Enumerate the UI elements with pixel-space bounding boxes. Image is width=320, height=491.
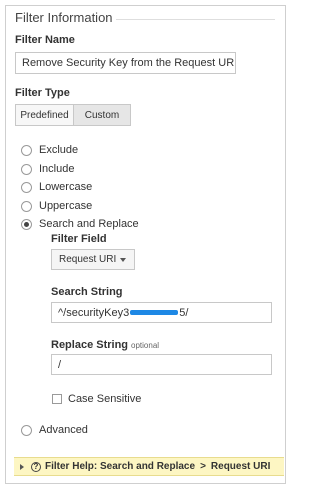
filter-field-label: Filter Field [51,233,107,245]
radio-include[interactable]: Include [21,161,74,177]
expand-triangle-icon [20,463,24,470]
filter-type-label: Filter Type [15,87,70,99]
radio-exclude[interactable]: Exclude [21,142,78,158]
filter-name-label: Filter Name [15,34,75,46]
radio-search-and-replace[interactable]: Search and Replace [21,216,139,232]
radio-button[interactable] [21,144,32,156]
filter-name-input[interactable]: Remove Security Key from the Request URI [15,52,236,74]
radio-button[interactable] [21,200,32,212]
filter-field-select[interactable]: Request URI [51,249,135,270]
case-sensitive-checkbox[interactable] [52,394,62,404]
search-string-suffix: 5/ [179,306,189,319]
case-sensitive-option[interactable]: Case Sensitive [52,392,141,406]
radio-lowercase[interactable]: Lowercase [21,179,92,195]
filter-name-value: Remove Security Key from the Request URI [22,57,236,69]
filter-field-value: Request URI [59,254,117,265]
filter-type-tabs: Predefined Custom [15,104,131,126]
chevron-down-icon [120,258,126,262]
radio-label: Search and Replace [39,218,139,230]
section-header: Filter Information [6,10,285,28]
radio-label: Uppercase [39,200,93,212]
help-separator: > [200,461,206,472]
optional-tag: optional [131,341,160,350]
radio-button[interactable] [21,424,32,436]
radio-advanced[interactable]: Advanced [21,422,88,438]
section-title: Filter Information [15,10,119,25]
tab-predefined[interactable]: Predefined [15,104,74,126]
section-divider [116,19,275,20]
search-string-prefix: ^/securityKey3 [58,306,130,319]
search-string-input[interactable]: ^/securityKey3 5/ [51,302,272,323]
replace-string-label-row: Replace String optional [51,339,159,351]
case-sensitive-label: Case Sensitive [68,393,142,405]
replace-string-value: / [58,358,62,371]
radio-label: Exclude [39,144,79,156]
radio-label: Include [39,163,75,175]
radio-button[interactable] [21,181,32,193]
radio-label: Advanced [39,424,88,436]
radio-label: Lowercase [39,181,93,193]
search-string-label: Search String [51,286,123,298]
redaction-mark [130,310,179,315]
help-prefix: Filter Help: Search and Replace [45,461,196,472]
radio-button-selected[interactable] [21,218,32,230]
help-suffix: Request URI [210,461,271,472]
help-question-icon: ? [31,461,41,472]
replace-string-label: Replace String [51,339,129,351]
radio-button[interactable] [21,163,32,175]
radio-uppercase[interactable]: Uppercase [21,198,92,214]
filter-information-panel: Filter Information Filter Name Remove Se… [5,5,286,484]
replace-string-input[interactable]: / [51,354,272,375]
filter-help-bar[interactable]: ? Filter Help: Search and Replace > Requ… [14,457,284,476]
tab-custom[interactable]: Custom [74,104,131,126]
